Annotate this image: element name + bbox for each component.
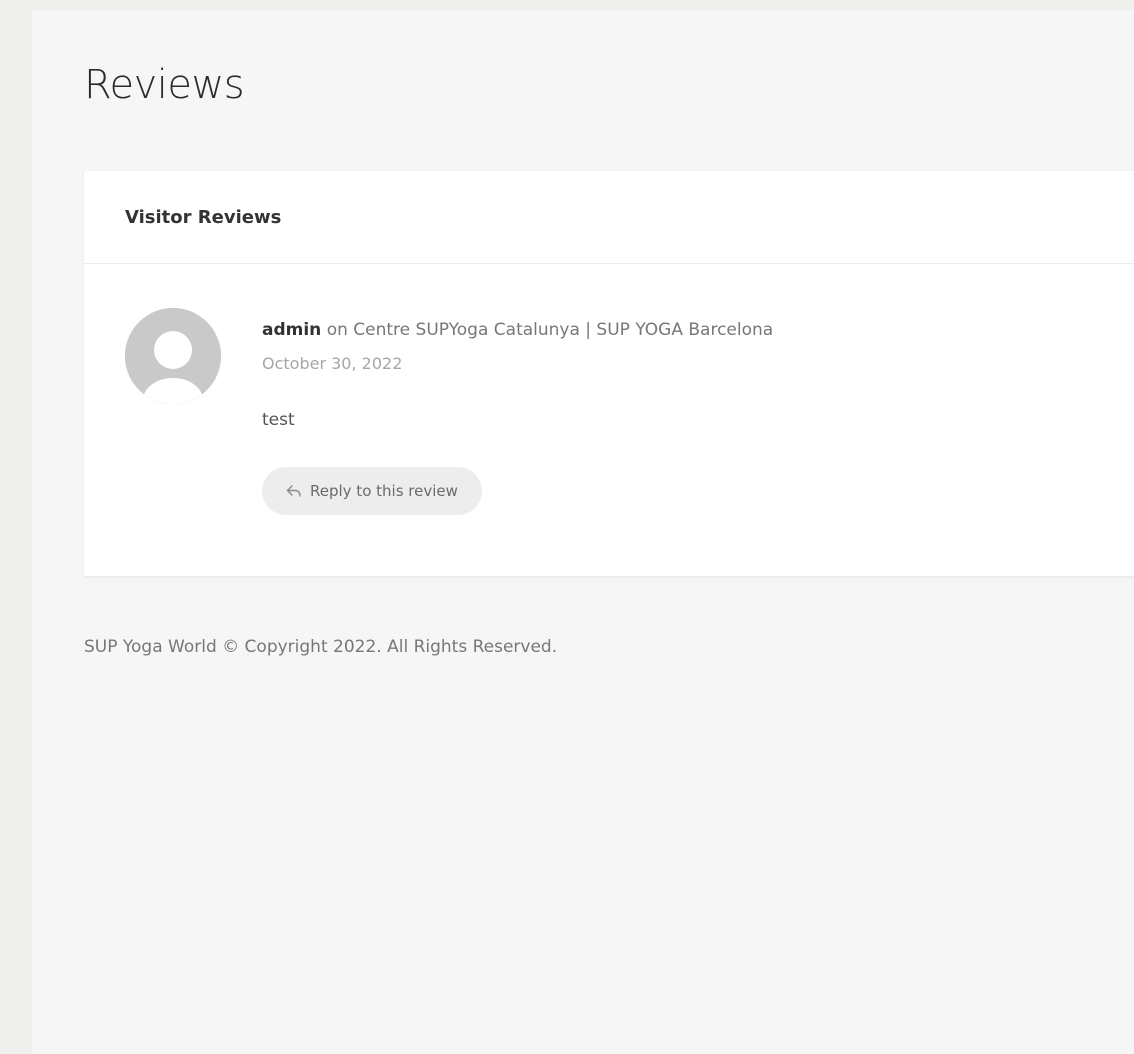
reviews-card: Visitor Reviews admin on Centre SUPYoga … xyxy=(84,171,1134,576)
page-title: Reviews xyxy=(84,62,245,108)
review-place-link[interactable]: Centre SUPYoga Catalunya | SUP YOGA Barc… xyxy=(353,320,773,340)
main-content: Reviews Visitor Reviews admin on Centre … xyxy=(32,10,1134,1054)
default-avatar-icon xyxy=(125,308,221,404)
review-text: test xyxy=(262,410,295,430)
review-item: admin on Centre SUPYoga Catalunya | SUP … xyxy=(84,264,1134,576)
review-date: October 30, 2022 xyxy=(262,354,403,373)
footer-copyright: SUP Yoga World © Copyright 2022. All Rig… xyxy=(84,637,558,657)
review-meta: admin on Centre SUPYoga Catalunya | SUP … xyxy=(262,320,773,340)
reply-button-label: Reply to this review xyxy=(310,482,458,500)
review-on-text: on xyxy=(321,320,354,340)
review-body: admin on Centre SUPYoga Catalunya | SUP … xyxy=(262,320,773,515)
card-title: Visitor Reviews xyxy=(125,206,282,228)
card-header: Visitor Reviews xyxy=(84,171,1134,264)
reply-to-review-button[interactable]: Reply to this review xyxy=(262,467,482,515)
reply-arrow-icon xyxy=(286,484,302,498)
review-author-link[interactable]: admin xyxy=(262,320,321,340)
